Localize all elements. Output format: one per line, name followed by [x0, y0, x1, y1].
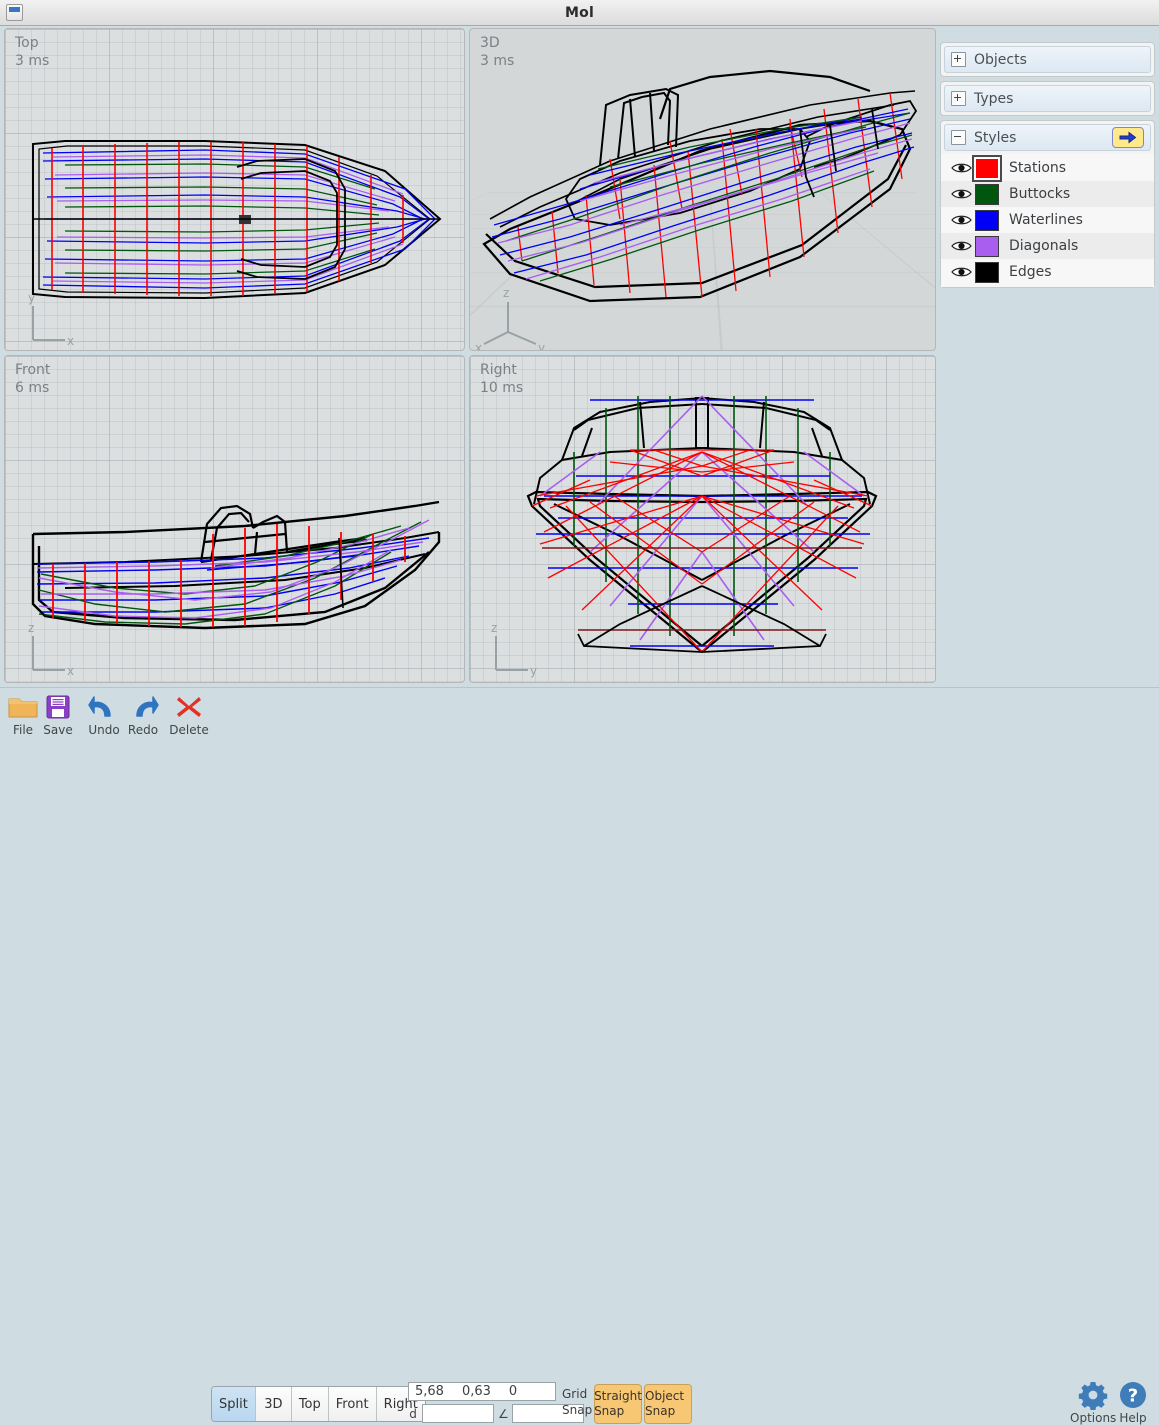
viewport-top[interactable]: Top 3 ms y x [4, 28, 465, 351]
group-styles: Styles Stations Buttocks Waterlines Diag… [940, 120, 1155, 288]
coordinate-z: 0 [508, 1384, 518, 1399]
group-objects-title: Objects [974, 51, 1027, 68]
bottom-toolbar: File Save Undo Redo Delete Split 3D Top … [0, 687, 1159, 1425]
view-mode-buttons: Split 3D Top Front Right [211, 1386, 426, 1422]
undo-label: Undo [88, 723, 120, 737]
group-types: Types [940, 81, 1155, 116]
style-label: Diagonals [1009, 238, 1079, 254]
style-row-edges[interactable]: Edges [941, 259, 1154, 285]
eye-icon[interactable] [951, 214, 975, 226]
wireframe-right [470, 356, 935, 682]
straight-snap-button[interactable]: Straight Snap [594, 1384, 642, 1424]
group-styles-title: Styles [974, 129, 1017, 146]
viewport-3d[interactable]: 3D 3 ms z x y [469, 28, 936, 351]
delete-label: Delete [169, 723, 209, 737]
window-restore-icon[interactable] [6, 4, 23, 21]
coordinate-y: 0,63 [461, 1384, 491, 1399]
eye-icon[interactable] [951, 266, 975, 278]
arrow-right-icon[interactable] [1112, 127, 1144, 148]
view-button-split[interactable]: Split [212, 1387, 256, 1421]
style-color-swatch[interactable] [975, 261, 999, 283]
gear-icon [1078, 1380, 1108, 1410]
group-styles-header[interactable]: Styles [944, 124, 1151, 151]
distance-label: d [409, 1406, 417, 1421]
group-types-title: Types [974, 90, 1014, 107]
question-circle-icon: ? [1118, 1380, 1148, 1410]
view-button-3d[interactable]: 3D [255, 1387, 292, 1421]
x-cross-icon [175, 692, 203, 722]
group-objects: Objects [940, 42, 1155, 77]
save-label: Save [43, 723, 73, 737]
style-color-swatch[interactable] [975, 235, 999, 257]
window-title: Mol [565, 4, 594, 21]
wireframe-3d [470, 29, 935, 350]
title-bar: Mol [0, 0, 1159, 26]
eye-icon[interactable] [951, 188, 975, 200]
group-objects-header[interactable]: Objects [944, 46, 1151, 73]
expand-icon-types[interactable] [951, 91, 966, 106]
style-label: Waterlines [1009, 212, 1083, 228]
style-row-diagonals[interactable]: Diagonals [941, 233, 1154, 259]
save-button[interactable]: Save [35, 692, 81, 737]
side-panel: Objects Types Styles Stations Buttocks W… [940, 42, 1155, 292]
measurement-fields: d ∠ [408, 1404, 584, 1423]
distance-input[interactable] [422, 1404, 494, 1423]
coordinate-x: 5,68 [415, 1384, 444, 1399]
angle-label: ∠ [498, 1406, 509, 1421]
wireframe-top [5, 29, 464, 350]
help-button[interactable]: ? Help [1118, 1380, 1148, 1425]
options-label: Options [1070, 1411, 1117, 1425]
view-button-top[interactable]: Top [291, 1387, 329, 1421]
style-color-swatch[interactable] [972, 154, 1002, 182]
options-button[interactable]: Options [1070, 1380, 1116, 1425]
object-snap-button[interactable]: Object Snap [644, 1384, 692, 1424]
style-color-swatch[interactable] [975, 183, 999, 205]
style-row-waterlines[interactable]: Waterlines [941, 207, 1154, 233]
style-label: Buttocks [1009, 186, 1071, 202]
viewport-front[interactable]: Front 6 ms z x [4, 355, 465, 683]
styles-list: Stations Buttocks Waterlines Diagonals E… [941, 154, 1154, 287]
expand-icon-objects[interactable] [951, 52, 966, 67]
group-types-header[interactable]: Types [944, 85, 1151, 112]
grid-snap-label[interactable]: Grid Snap [562, 1386, 592, 1418]
svg-text:?: ? [1128, 1386, 1138, 1407]
collapse-icon-styles[interactable] [951, 130, 966, 145]
file-label: File [12, 723, 34, 737]
redo-button[interactable]: Redo [120, 692, 166, 737]
eye-icon[interactable] [951, 162, 975, 174]
style-color-swatch[interactable] [975, 209, 999, 231]
help-label: Help [1119, 1411, 1147, 1425]
viewport-grid: Top 3 ms y x 3D 3 ms z x y Front 6 ms z … [4, 28, 936, 683]
view-button-front[interactable]: Front [328, 1387, 377, 1421]
style-label: Edges [1009, 264, 1052, 280]
floppy-disk-icon [44, 692, 72, 722]
style-label: Stations [1009, 160, 1067, 176]
eye-icon[interactable] [951, 240, 975, 252]
redo-arrow-icon [127, 692, 159, 722]
wireframe-front [5, 356, 464, 682]
style-row-stations[interactable]: Stations [941, 154, 1154, 182]
undo-arrow-icon [88, 692, 120, 722]
application-window: Mol Top 3 ms y x 3D 3 ms z x y Front 6 m… [0, 0, 1159, 1425]
redo-label: Redo [127, 723, 159, 737]
style-row-buttocks[interactable]: Buttocks [941, 181, 1154, 207]
delete-button[interactable]: Delete [166, 692, 212, 737]
viewport-right[interactable]: Right 10 ms z y [469, 355, 936, 683]
coordinate-display[interactable]: 5,68 0,63 0 [408, 1382, 556, 1401]
